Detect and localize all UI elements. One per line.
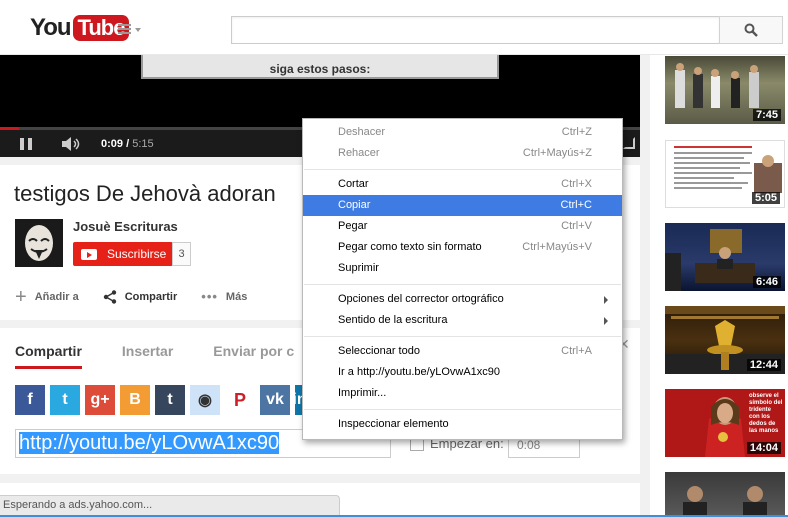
reddit-icon[interactable]: ◉ bbox=[190, 385, 220, 415]
menu-item-deshacer[interactable]: Deshacer Ctrl+Z bbox=[303, 122, 622, 143]
twitter-icon[interactable]: t bbox=[50, 385, 80, 415]
menu-item-label: Inspeccionar elemento bbox=[338, 418, 449, 430]
menu-item-ir-a-http-youtu-be-ylovwa1xc90[interactable]: Ir a http://youtu.be/yLOvwA1xc90 bbox=[303, 362, 622, 383]
more-button[interactable]: ••• Más bbox=[201, 289, 247, 304]
menu-item-pegar-como-texto-sin-formato[interactable]: Pegar como texto sin formato Ctrl+Mayús+V bbox=[303, 237, 622, 258]
menu-item-shortcut: Ctrl+X bbox=[561, 178, 592, 190]
menu-item-shortcut: Ctrl+Z bbox=[561, 126, 592, 138]
current-time: 0:09 bbox=[101, 138, 124, 150]
menu-item-label: Ir a http://youtu.be/yLOvwA1xc90 bbox=[338, 366, 501, 378]
menu-item-label: Suprimir bbox=[338, 262, 379, 274]
video-duration: 12:44 bbox=[746, 359, 781, 371]
vk-icon[interactable]: vk bbox=[260, 385, 290, 415]
tab-email[interactable]: Enviar por c bbox=[213, 343, 294, 369]
menu-separator bbox=[304, 409, 621, 410]
time-display: 0:09 / 5:15 bbox=[101, 138, 154, 150]
menu-item-sentido-de-la-escritura[interactable]: Sentido de la escritura bbox=[303, 310, 622, 331]
menu-item-inspeccionar-elemento[interactable]: Inspeccionar elemento bbox=[303, 414, 622, 435]
menu-item-label: Seleccionar todo bbox=[338, 345, 420, 357]
channel-avatar[interactable] bbox=[15, 219, 63, 267]
blogger-icon[interactable]: B bbox=[120, 385, 150, 415]
menu-item-label: Deshacer bbox=[338, 126, 386, 138]
submenu-arrow-icon bbox=[604, 317, 608, 325]
menu-item-label: Copiar bbox=[338, 199, 371, 211]
menu-item-imprimir[interactable]: Imprimir... bbox=[303, 383, 622, 404]
share-icon bbox=[103, 289, 116, 304]
action-bar: + Añadir a Compartir ••• Más bbox=[15, 285, 271, 308]
menu-item-label: Cortar bbox=[338, 178, 369, 190]
menu-item-label: Rehacer bbox=[338, 147, 380, 159]
menu-item-seleccionar-todo[interactable]: Seleccionar todo Ctrl+A bbox=[303, 341, 622, 362]
subscribe-button[interactable]: Suscribirse bbox=[73, 242, 173, 266]
video-title: testigos De Jehovà adoran bbox=[14, 181, 276, 206]
more-icon: ••• bbox=[201, 289, 218, 304]
related-video-1[interactable]: 7:45 bbox=[665, 56, 785, 124]
menu-item-label: Pegar bbox=[338, 220, 368, 232]
menu-item-label: Pegar como texto sin formato bbox=[338, 241, 482, 253]
menu-item-label: Opciones del corrector ortográfico bbox=[338, 293, 504, 305]
menu-item-label: Sentido de la escritura bbox=[338, 314, 448, 326]
browser-status-bar: Esperando a ads.yahoo.com... bbox=[0, 495, 340, 515]
add-to-button[interactable]: + Añadir a bbox=[15, 285, 79, 308]
video-duration: 7:45 bbox=[752, 109, 781, 121]
share-label: Compartir bbox=[124, 290, 178, 303]
youtube-logo[interactable]: You Tube bbox=[30, 14, 130, 42]
plus-icon: + bbox=[15, 285, 27, 308]
share-button[interactable]: Compartir bbox=[103, 289, 178, 304]
duration: 5:15 bbox=[132, 138, 154, 150]
subscriber-count: 3 bbox=[172, 242, 191, 266]
subscribe-label: Suscribirse bbox=[107, 247, 167, 261]
channel-name[interactable]: Josuè Escrituras bbox=[73, 219, 178, 234]
youtube-play-icon bbox=[81, 248, 97, 260]
tumblr-icon[interactable]: t bbox=[155, 385, 185, 415]
search-input[interactable] bbox=[231, 16, 720, 44]
menu-item-cortar[interactable]: Cortar Ctrl+X bbox=[303, 174, 622, 195]
menu-item-opciones-del-corrector-ortogr-fico[interactable]: Opciones del corrector ortográfico bbox=[303, 289, 622, 310]
fullscreen-icon[interactable] bbox=[623, 137, 635, 149]
menu-item-copiar[interactable]: Copiar Ctrl+C bbox=[303, 195, 622, 216]
search-icon bbox=[744, 23, 758, 37]
menu-item-shortcut: Ctrl+Mayús+Z bbox=[522, 147, 592, 159]
menu-item-shortcut: Ctrl+C bbox=[560, 199, 592, 211]
volume-icon[interactable] bbox=[62, 137, 82, 151]
related-video-4[interactable]: 12:44 bbox=[665, 306, 785, 374]
related-video-3[interactable]: 6:46 bbox=[665, 223, 785, 291]
context-menu: Deshacer Ctrl+Z Rehacer Ctrl+Mayús+Z Cortar C… bbox=[302, 118, 623, 440]
video-frame-text: siga estos pasos: bbox=[141, 55, 499, 79]
social-buttons: ftg+Bt◉Pvkin bbox=[15, 385, 309, 415]
masthead: You Tube bbox=[0, 0, 788, 55]
menu-item-shortcut: Ctrl+A bbox=[561, 345, 592, 357]
menu-item-pegar[interactable]: Pegar Ctrl+V bbox=[303, 216, 622, 237]
video-duration: 6:46 bbox=[752, 276, 781, 288]
share-url-text: http://youtu.be/yLOvwA1xc90 bbox=[19, 432, 280, 454]
menu-item-shortcut: Ctrl+V bbox=[561, 220, 592, 232]
menu-item-label: Imprimir... bbox=[338, 387, 387, 399]
add-to-label: Añadir a bbox=[34, 290, 79, 303]
search-button[interactable] bbox=[719, 16, 783, 44]
tab-embed[interactable]: Insertar bbox=[122, 343, 173, 369]
tab-share[interactable]: Compartir bbox=[15, 343, 82, 369]
guide-menu-icon[interactable] bbox=[118, 24, 142, 36]
share-tabs: Compartir Insertar Enviar por c bbox=[15, 343, 334, 369]
related-video-6[interactable] bbox=[665, 472, 785, 517]
menu-item-shortcut: Ctrl+Mayús+V bbox=[522, 241, 592, 253]
thumb-caption: observe el símbolo del tridente con los … bbox=[749, 393, 783, 434]
menu-separator bbox=[304, 284, 621, 285]
pinterest-icon[interactable]: P bbox=[225, 385, 255, 415]
menu-separator bbox=[304, 169, 621, 170]
submenu-arrow-icon bbox=[604, 296, 608, 304]
menu-item-rehacer[interactable]: Rehacer Ctrl+Mayús+Z bbox=[303, 143, 622, 164]
facebook-icon[interactable]: f bbox=[15, 385, 45, 415]
related-video-2[interactable]: 5:05 bbox=[665, 140, 785, 208]
logo-you: You bbox=[30, 14, 72, 41]
more-label: Más bbox=[225, 290, 248, 303]
menu-item-suprimir[interactable]: Suprimir bbox=[303, 258, 622, 279]
video-duration: 5:05 bbox=[751, 192, 780, 204]
pause-icon[interactable] bbox=[20, 138, 34, 150]
google-plus-icon[interactable]: g+ bbox=[85, 385, 115, 415]
menu-separator bbox=[304, 336, 621, 337]
related-sidebar: 7:45 5:05 6:46 12:44 observe el símbolo … bbox=[650, 55, 788, 517]
video-duration: 14:04 bbox=[746, 442, 781, 454]
related-video-5[interactable]: observe el símbolo del tridente con los … bbox=[665, 389, 785, 457]
